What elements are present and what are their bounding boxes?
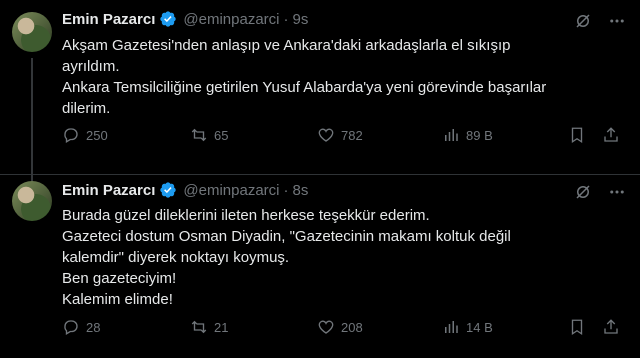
like-icon [318,128,334,142]
author-name[interactable]: Emin Pazarcı [62,182,155,199]
bookmark-button[interactable] [568,318,586,336]
tweet[interactable]: Emin Pazarcı @eminpazarci · 9s Akşam Gaz… [0,0,640,186]
reply-button[interactable]: 250 [62,126,108,144]
thread-line [31,58,33,186]
retweet-button[interactable]: 21 [190,318,228,336]
like-count: 208 [341,319,363,335]
reply-icon [64,128,78,143]
views-icon [445,129,458,141]
reply-count: 28 [86,319,101,335]
more-icon[interactable] [608,12,626,30]
tweet-line: Ben gazeteciyim! [62,270,177,287]
tweet-header: Emin Pazarcı @eminpazarci · 8s [62,181,308,199]
tweet-line: Ankara Temsilciliğine getirilen Yusuf Al… [62,79,547,96]
share-icon [604,319,618,334]
share-button[interactable] [602,126,620,144]
tweet-text: Burada güzel dileklerini ileten herkese … [62,205,622,310]
tweet-line: Burada güzel dileklerini ileten herkese … [62,207,430,224]
avatar[interactable] [12,12,52,52]
timestamp[interactable]: 9s [292,11,308,28]
views-icon [445,321,458,333]
tweet-line: Kalemim elimde! [62,291,173,308]
views-button[interactable]: 14 B [442,318,493,336]
views-count: 89 B [466,127,493,143]
like-button[interactable]: 782 [317,126,363,144]
grok-icon[interactable] [574,183,592,201]
tweet-text: Akşam Gazetesi'nden anlaşıp ve Ankara'da… [62,35,622,119]
reply-icon [64,320,78,335]
bookmark-icon [571,127,583,144]
verified-badge-icon [159,10,177,28]
retweet-count: 21 [214,319,229,335]
tweet-line: Gazeteci dostum Osman Diyadin, "Gazeteci… [62,228,511,245]
tweet-top-icons [574,183,626,201]
like-count: 782 [341,127,363,143]
bookmark-button[interactable] [568,126,586,144]
like-button[interactable]: 208 [317,318,363,336]
timestamp[interactable]: 8s [292,182,308,199]
tweet[interactable]: Emin Pazarcı @eminpazarci · 8s Burada gü… [0,175,640,358]
reply-count: 250 [86,127,108,143]
like-icon [318,320,334,334]
tweet-line: kalemdir" diyerek noktayı koymuş. [62,249,290,266]
retweet-count: 65 [214,127,229,143]
share-button[interactable] [602,318,620,336]
retweet-icon [191,320,207,334]
reply-button[interactable]: 28 [62,318,100,336]
author-name[interactable]: Emin Pazarcı [62,11,155,28]
views-count: 14 B [466,319,493,335]
tweet-line: Akşam Gazetesi'nden anlaşıp ve Ankara'da… [62,37,511,54]
grok-icon[interactable] [574,12,592,30]
avatar[interactable] [12,181,52,221]
retweet-button[interactable]: 65 [190,126,228,144]
bookmark-icon [571,319,583,336]
separator: · [283,181,289,199]
more-icon[interactable] [608,183,626,201]
tweet-line: dilerim. [62,100,111,117]
views-button[interactable]: 89 B [442,126,493,144]
verified-badge-icon [159,181,177,199]
tweet-line: ayrıldım. [62,58,120,75]
tweet-top-icons [574,12,626,30]
retweet-icon [191,128,207,142]
share-icon [604,127,618,142]
author-handle[interactable]: @eminpazarci [183,11,279,28]
separator: · [283,10,289,28]
tweet-header: Emin Pazarcı @eminpazarci · 9s [62,10,308,28]
author-handle[interactable]: @eminpazarci [183,182,279,199]
